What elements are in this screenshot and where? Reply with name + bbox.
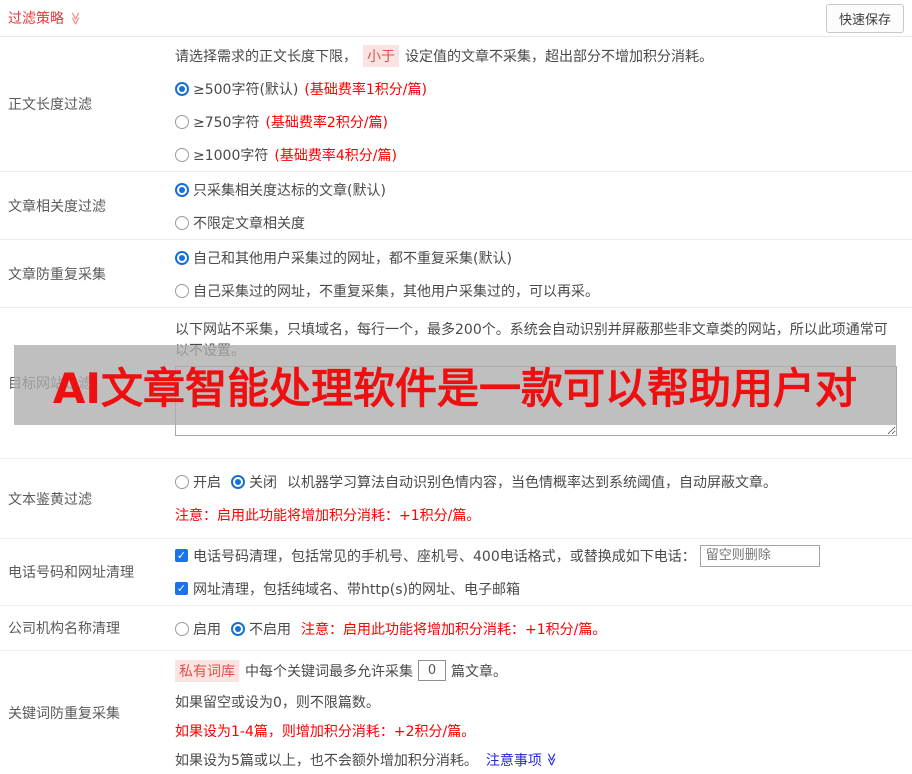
radio-label: ≥500字符(默认) <box>193 81 299 98</box>
radio-option-enable[interactable]: 启用 <box>193 619 221 639</box>
radio-label: ≥1000字符 <box>193 147 269 164</box>
page-title-text: 过滤策略 <box>8 11 64 27</box>
radio-option-relevance-no[interactable]: 不限定文章相关度 <box>175 206 904 239</box>
replacement-phone-input[interactable] <box>699 544 820 567</box>
keyword-limit-suffix: 篇文章。 <box>451 663 507 680</box>
target-site-desc: 以下网站不采集，只填域名，每行一个，最多200个。系统会自动识别并屏蔽那些非文章… <box>175 322 888 359</box>
blocked-domains-textarea[interactable] <box>175 366 897 436</box>
radio-unselected-icon[interactable] <box>175 215 189 230</box>
radio-label: 自己和其他用户采集过的网址，都不重复采集(默认) <box>193 250 512 267</box>
radio-label: 不限定文章相关度 <box>193 215 305 232</box>
intro-suffix: 设定值的文章不采集，超出部分不增加积分消耗。 <box>405 48 713 65</box>
row-phone-url-clean: 电话号码和网址清理 电话号码清理，包括常见的手机号、座机号、400电话格式，或替… <box>0 539 912 606</box>
radio-selected-icon[interactable] <box>231 474 245 489</box>
radio-cost-note: (基础费率1积分/篇) <box>304 81 427 98</box>
quick-save-button[interactable]: 快速保存 <box>825 3 904 33</box>
radio-unselected-icon[interactable] <box>175 283 189 298</box>
radio-option-dedup-all[interactable]: 自己和其他用户采集过的网址，都不重复采集(默认) <box>175 241 904 274</box>
row-relevance-filter: 文章相关度过滤 只采集相关度达标的文章(默认) 不限定文章相关度 <box>0 172 912 240</box>
row-label-target-site: 目标网站过滤 <box>8 376 92 392</box>
row-label-content-length: 正文长度过滤 <box>8 97 92 113</box>
radio-selected-icon[interactable] <box>175 182 189 197</box>
page-header: 过滤策略 快速保存 <box>0 0 912 37</box>
radio-option-500[interactable]: ≥500字符(默认) (基础费率1积分/篇) <box>175 72 904 105</box>
page-title: 过滤策略 <box>8 8 82 28</box>
radio-selected-icon[interactable] <box>175 81 189 96</box>
radio-cost-note: (基础费率4积分/篇) <box>274 147 397 164</box>
row-label-phone-url: 电话号码和网址清理 <box>8 565 134 581</box>
radio-label: 只采集相关度达标的文章(默认) <box>193 182 386 199</box>
company-clean-note: 注意：启用此功能将增加积分消耗：+1积分/篇。 <box>301 621 607 638</box>
porn-filter-note: 注意：启用此功能将增加积分消耗：+1积分/篇。 <box>175 507 481 524</box>
radio-option-relevance-yes[interactable]: 只采集相关度达标的文章(默认) <box>175 173 904 206</box>
keyword-count-input[interactable] <box>418 660 446 681</box>
content-length-intro: 请选择需求的正文长度下限， 小于 设定值的文章不采集，超出部分不增加积分消耗。 <box>175 39 904 72</box>
row-porn-filter: 文本鉴黄过滤 开启 关闭 以机器学习算法自动识别色情内容，当色情概率达到系统阈值… <box>0 459 912 539</box>
url-clean-label: 网址清理，包括纯域名、带http(s)的网址、电子邮箱 <box>193 581 520 598</box>
radio-label: 自己采集过的网址，不重复采集，其他用户采集过的，可以再采。 <box>193 283 599 300</box>
radio-unselected-icon[interactable] <box>175 474 189 489</box>
checkbox-checked-icon[interactable] <box>175 549 188 562</box>
row-label-keyword-dedup: 关键词防重复采集 <box>8 705 120 722</box>
notice-link[interactable]: 注意事项 <box>486 750 558 770</box>
keyword-note-five-text: 如果设为5篇或以上，也不会额外增加积分消耗。 <box>175 752 478 769</box>
radio-option-disable[interactable]: 关闭 <box>249 472 277 492</box>
row-dedup-collection: 文章防重复采集 自己和其他用户采集过的网址，都不重复采集(默认) 自己采集过的网… <box>0 240 912 308</box>
keyword-limit-line: 私有词库 中每个关键词最多允许采集 篇文章。 <box>175 654 904 687</box>
radio-selected-icon[interactable] <box>231 621 245 636</box>
checkbox-checked-icon[interactable] <box>175 582 188 595</box>
radio-option-dedup-self[interactable]: 自己采集过的网址，不重复采集，其他用户采集过的，可以再采。 <box>175 274 904 307</box>
radio-cost-note: (基础费率2积分/篇) <box>265 114 389 131</box>
row-target-site-filter: 目标网站过滤 以下网站不采集，只填域名，每行一个，最多200个。系统会自动识别并… <box>0 308 912 459</box>
notice-link-text: 注意事项 <box>485 752 542 769</box>
radio-option-enable[interactable]: 开启 <box>193 472 221 492</box>
radio-unselected-icon[interactable] <box>175 114 189 129</box>
row-label-dedup: 文章防重复采集 <box>8 266 106 283</box>
chevron-double-down-icon[interactable] <box>68 11 81 25</box>
radio-unselected-icon[interactable] <box>175 621 189 636</box>
keyword-note-cost: 如果设为1-4篇，则增加积分消耗：+2积分/篇。 <box>175 723 476 740</box>
row-label-porn-filter: 文本鉴黄过滤 <box>8 491 92 508</box>
phone-clean-option[interactable]: 电话号码清理，包括常见的手机号、座机号、400电话格式，或替换成如下电话： <box>175 539 904 572</box>
radio-unselected-icon[interactable] <box>175 147 189 162</box>
phone-clean-label: 电话号码清理，包括常见的手机号、座机号、400电话格式，或替换成如下电话： <box>193 548 696 565</box>
radio-option-1000[interactable]: ≥1000字符 (基础费率4积分/篇) <box>175 138 904 171</box>
chevron-double-down-icon <box>544 753 557 767</box>
radio-label: ≥750字符 <box>193 114 260 131</box>
radio-option-750[interactable]: ≥750字符 (基础费率2积分/篇) <box>175 105 904 138</box>
keyword-note-five: 如果设为5篇或以上，也不会额外增加积分消耗。 注意事项 <box>175 745 904 774</box>
radio-selected-icon[interactable] <box>175 250 189 265</box>
porn-filter-desc: 以机器学习算法自动识别色情内容，当色情概率达到系统阈值，自动屏蔽文章。 <box>287 474 777 491</box>
private-thesaurus-chip[interactable]: 私有词库 <box>175 659 239 682</box>
keyword-note-zero: 如果留空或设为0，则不限篇数。 <box>175 694 380 711</box>
row-content-length-filter: 正文长度过滤 请选择需求的正文长度下限， 小于 设定值的文章不采集，超出部分不增… <box>0 37 912 172</box>
intro-prefix: 请选择需求的正文长度下限， <box>175 48 357 65</box>
url-clean-option[interactable]: 网址清理，包括纯域名、带http(s)的网址、电子邮箱 <box>175 572 904 605</box>
keyword-limit-text: 中每个关键词最多允许采集 <box>245 663 413 680</box>
row-company-clean: 公司机构名称清理 启用 不启用 注意：启用此功能将增加积分消耗：+1积分/篇。 <box>0 606 912 651</box>
row-label-company-clean: 公司机构名称清理 <box>8 621 120 637</box>
radio-option-disable[interactable]: 不启用 <box>249 619 291 639</box>
less-than-chip: 小于 <box>363 44 399 67</box>
row-keyword-dedup: 关键词防重复采集 私有词库 中每个关键词最多允许采集 篇文章。 如果留空或设为0… <box>0 651 912 774</box>
row-label-relevance: 文章相关度过滤 <box>8 198 106 215</box>
